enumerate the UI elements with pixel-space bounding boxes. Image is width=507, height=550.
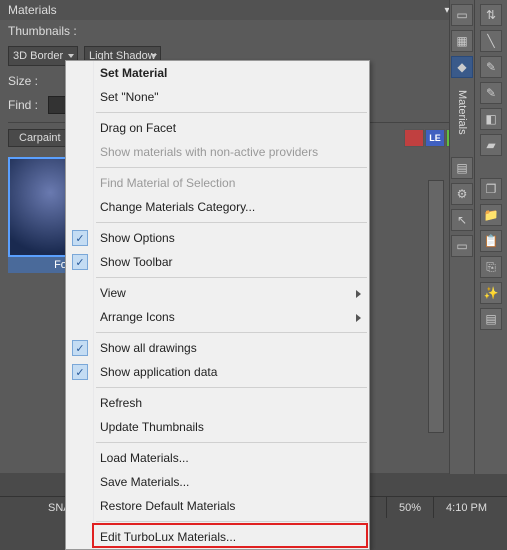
panel-titlebar: Materials ▾ ✕	[0, 0, 474, 20]
menu-label: Restore Default Materials	[100, 499, 235, 513]
materials-context-menu: Set Material Set "None" Drag on Facet Sh…	[65, 60, 370, 550]
tool-select-rect-icon[interactable]: ▭	[451, 235, 473, 257]
menu-label: Update Thumbnails	[100, 420, 204, 434]
menu-label: Find Material of Selection	[100, 176, 235, 190]
menu-show-all-drawings[interactable]: ✓ Show all drawings	[66, 336, 369, 360]
menu-show-non-active[interactable]: Show materials with non-active providers	[66, 140, 369, 164]
tool-pointer-icon[interactable]: ↖	[451, 209, 473, 231]
tool-rect-icon[interactable]: ▭	[451, 4, 473, 26]
tab-carpaint[interactable]: Carpaint	[8, 129, 72, 147]
tool-wand-icon[interactable]: ✨	[480, 282, 502, 304]
menu-separator	[96, 277, 367, 278]
thumbnails-label: Thumbnails :	[8, 24, 78, 38]
tool-gear-icon[interactable]: ⚙	[451, 183, 473, 205]
menu-change-category[interactable]: Change Materials Category...	[66, 195, 369, 219]
right-toolbar-inner: ▭ ▦ ◆ Materials ▤ ⚙ ↖ ▭	[449, 0, 474, 474]
menu-separator	[96, 387, 367, 388]
right-toolbar-outer: ⇅ ╲ ✎ ✎ ◧ ▰ ❐ 📁 📋 ⎘ ✨ ▤	[474, 0, 507, 474]
check-icon: ✓	[72, 364, 88, 380]
menu-set-material[interactable]: Set Material	[66, 61, 369, 85]
menu-label: Show all drawings	[100, 341, 197, 355]
tool-note-icon[interactable]: ✎	[480, 82, 502, 104]
menu-label: Drag on Facet	[100, 121, 176, 135]
status-time: 4:10 PM	[433, 497, 499, 518]
panel-title-text: Materials	[8, 3, 57, 17]
menu-load-materials[interactable]: Load Materials...	[66, 446, 369, 470]
menu-label: Set "None"	[100, 90, 159, 104]
chevron-right-icon	[356, 290, 361, 298]
tool-bucket-icon[interactable]: ▰	[480, 134, 502, 156]
menu-show-options[interactable]: ✓ Show Options	[66, 226, 369, 250]
check-icon: ✓	[72, 230, 88, 246]
menu-separator	[96, 442, 367, 443]
menu-separator	[96, 332, 367, 333]
menu-label: Show Toolbar	[100, 255, 173, 269]
menu-label: Refresh	[100, 396, 142, 410]
tool-layers-icon[interactable]: ❐	[480, 178, 502, 200]
menu-label: Change Materials Category...	[100, 200, 255, 214]
menu-label: Show application data	[100, 365, 217, 379]
menu-save-materials[interactable]: Save Materials...	[66, 470, 369, 494]
menu-view[interactable]: View	[66, 281, 369, 305]
status-sna: SNA	[8, 502, 71, 514]
materials-tab-label[interactable]: Materials	[456, 90, 468, 135]
check-icon: ✓	[72, 340, 88, 356]
tool-materials-tab-icon[interactable]: ◆	[451, 56, 473, 78]
tool-layers2-icon[interactable]: ▤	[480, 308, 502, 330]
menu-label: Show Options	[100, 231, 175, 245]
menu-show-toolbar[interactable]: ✓ Show Toolbar	[66, 250, 369, 274]
tool-paste-icon[interactable]: 📋	[480, 230, 502, 252]
menu-arrange-icons[interactable]: Arrange Icons	[66, 305, 369, 329]
menu-show-app-data[interactable]: ✓ Show application data	[66, 360, 369, 384]
menu-separator	[96, 521, 367, 522]
menu-drag-on-facet[interactable]: Drag on Facet	[66, 116, 369, 140]
menu-label: Set Material	[100, 66, 167, 80]
tool-layer-small-icon[interactable]: ▤	[451, 157, 473, 179]
menu-edit-turbolux[interactable]: Edit TurboLux Materials...	[66, 525, 369, 549]
menu-separator	[96, 222, 367, 223]
menu-label: Load Materials...	[100, 451, 189, 465]
toolbar-icon-1[interactable]	[404, 129, 424, 147]
menu-label: Save Materials...	[100, 475, 189, 489]
vertical-scrollbar[interactable]	[428, 180, 444, 433]
tool-edit-icon[interactable]: ✎	[480, 56, 502, 78]
menu-find-selection[interactable]: Find Material of Selection	[66, 171, 369, 195]
tool-arrange-icon[interactable]: ⇅	[480, 4, 502, 26]
menu-refresh[interactable]: Refresh	[66, 391, 369, 415]
toolbar-icon-le[interactable]: LE	[425, 129, 445, 147]
menu-label: Edit TurboLux Materials...	[100, 530, 236, 544]
menu-restore-defaults[interactable]: Restore Default Materials	[66, 494, 369, 518]
tool-ruler-icon[interactable]: ╲	[480, 30, 502, 52]
tool-color-icon[interactable]: ◧	[480, 108, 502, 130]
status-zoom[interactable]: 50%	[386, 497, 433, 518]
menu-update-thumbnails[interactable]: Update Thumbnails	[66, 415, 369, 439]
tool-folder-icon[interactable]: 📁	[480, 204, 502, 226]
menu-label: Arrange Icons	[100, 310, 175, 324]
menu-separator	[96, 112, 367, 113]
check-icon: ✓	[72, 254, 88, 270]
menu-label: View	[100, 286, 126, 300]
chevron-right-icon	[356, 314, 361, 322]
tool-grid-icon[interactable]: ▦	[451, 30, 473, 52]
menu-separator	[96, 167, 367, 168]
find-label: Find :	[8, 98, 42, 112]
tool-link-icon[interactable]: ⎘	[480, 256, 502, 278]
menu-set-none[interactable]: Set "None"	[66, 85, 369, 109]
menu-label: Show materials with non-active providers	[100, 145, 318, 159]
thumbnails-row: Thumbnails :	[0, 20, 474, 42]
